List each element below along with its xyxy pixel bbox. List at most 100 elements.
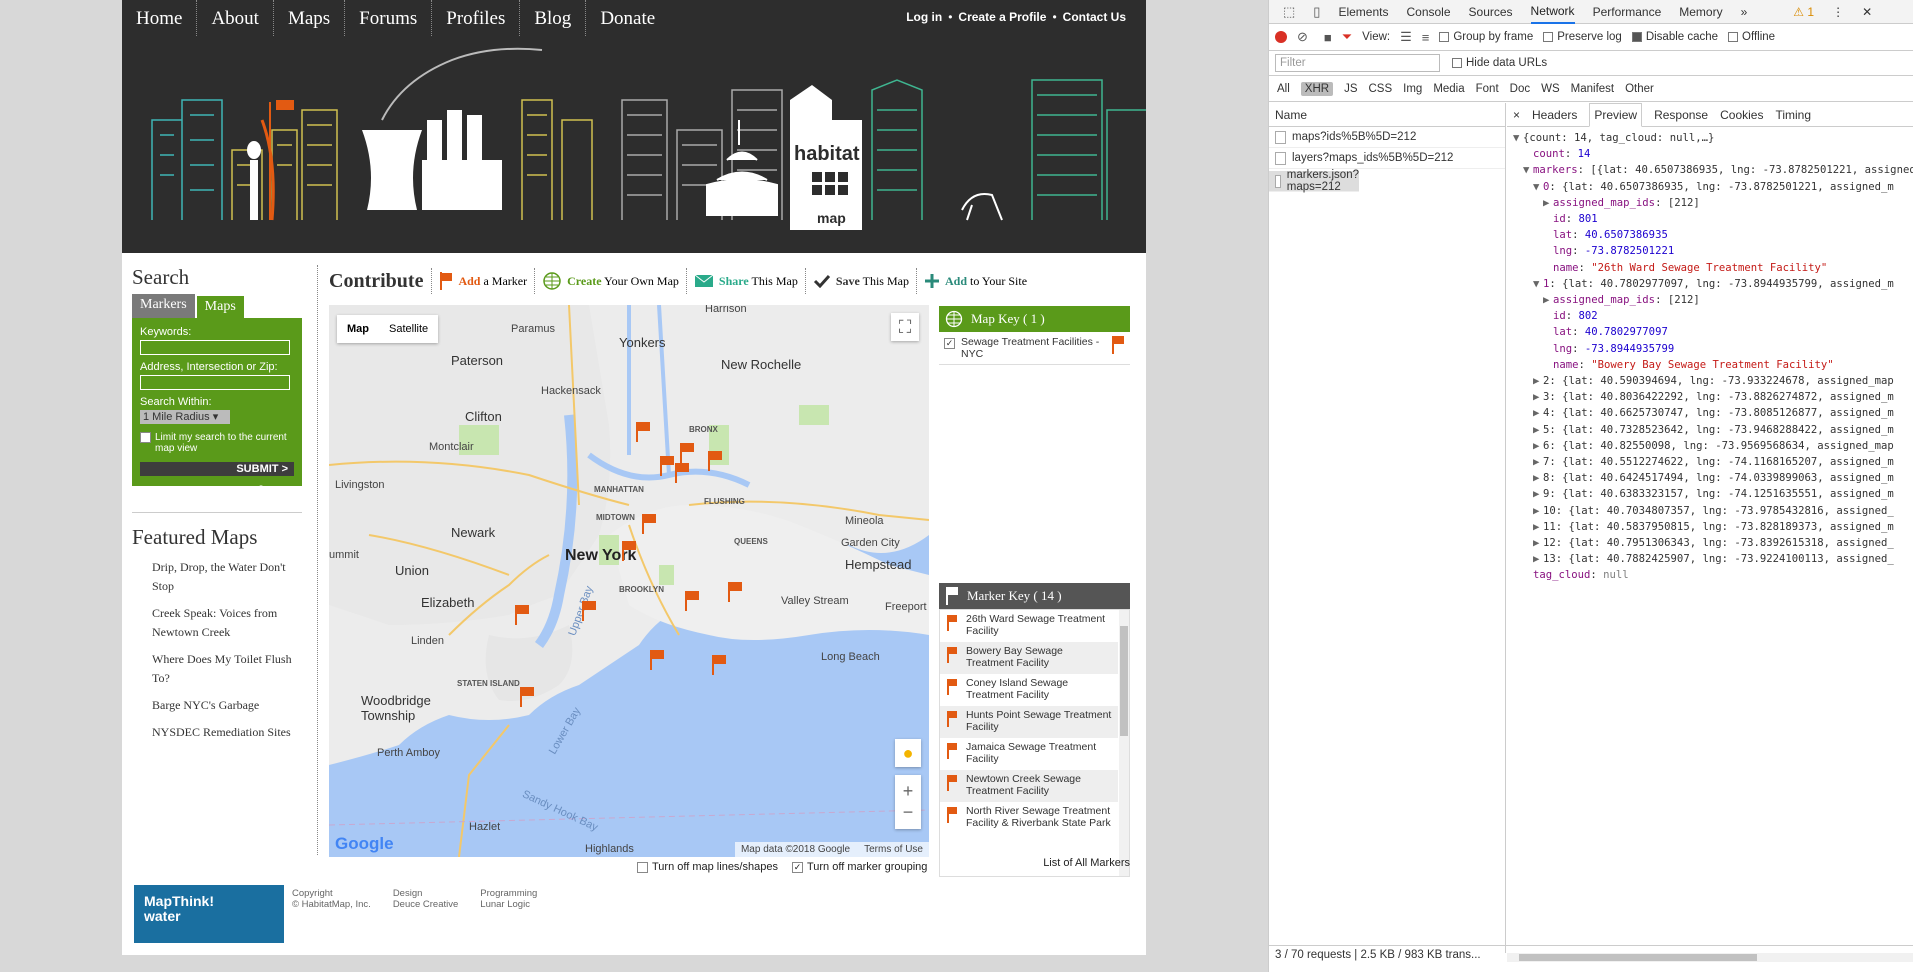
tab-cookies[interactable]: Cookies	[1720, 108, 1763, 122]
marker-item[interactable]: North River Sewage Treatment Facility & …	[940, 802, 1118, 846]
filter-funnel-icon[interactable]: ⏷	[1342, 29, 1352, 45]
marker-list[interactable]: 26th Ward Sewage Treatment Facility Bowe…	[939, 609, 1130, 877]
map-marker-flag[interactable]	[635, 422, 651, 442]
json-line[interactable]: ▶ 2: {lat: 40.590394694, lng: -73.9332246…	[1513, 373, 1913, 389]
inspect-element-icon[interactable]: ⬚	[1283, 4, 1295, 20]
group-by-frame-option[interactable]: Group by frame	[1439, 31, 1533, 43]
create-profile-link[interactable]: Create a Profile	[958, 10, 1046, 24]
marker-item[interactable]: Jamaica Sewage Treatment Facility	[940, 738, 1118, 770]
map-key-item[interactable]: ✓ Sewage Treatment Facilities - NYC	[939, 332, 1130, 365]
add-to-site-button[interactable]: Add to Your Site	[915, 268, 1034, 294]
json-line[interactable]: ▶ 5: {lat: 40.7328523642, lng: -73.946828…	[1513, 422, 1913, 438]
tab-console[interactable]: Console	[1406, 1, 1450, 23]
checkbox-checked[interactable]	[1631, 31, 1642, 42]
type-filter-xhr[interactable]: XHR	[1300, 81, 1334, 96]
type-filter-font[interactable]: Font	[1476, 83, 1499, 95]
design-credit-link[interactable]: Deuce Creative	[393, 899, 458, 910]
tab-sources[interactable]: Sources	[1469, 1, 1513, 23]
map-marker-flag[interactable]	[711, 655, 727, 675]
warnings-badge[interactable]: ⚠ 1	[1793, 1, 1814, 23]
login-link[interactable]: Log in	[906, 10, 942, 24]
nav-about[interactable]: About	[197, 0, 274, 36]
map-type-satellite-button[interactable]: Satellite	[379, 315, 438, 343]
tab-network[interactable]: Network	[1530, 0, 1575, 24]
marker-item[interactable]: Bowery Bay Sewage Treatment Facility	[940, 642, 1118, 674]
featured-link[interactable]: Barge NYC's Garbage	[152, 696, 297, 715]
tab-performance[interactable]: Performance	[1593, 1, 1662, 23]
close-detail-icon[interactable]: ×	[1513, 108, 1520, 122]
map-marker-flag[interactable]	[707, 451, 723, 471]
tab-markers[interactable]: Markers	[132, 294, 195, 318]
map-canvas[interactable]: Paramus Harrison Yonkers Paterson New Ro…	[329, 305, 929, 857]
type-filter-all[interactable]: All	[1277, 83, 1290, 95]
map-marker-flag[interactable]	[581, 601, 597, 621]
create-map-button[interactable]: Create Your Own Map	[534, 268, 686, 294]
checkbox[interactable]	[1439, 31, 1450, 42]
json-line[interactable]: ▶ assigned_map_ids: [212]	[1513, 195, 1913, 211]
tab-maps[interactable]: Maps	[194, 294, 246, 318]
zoom-out-button[interactable]: −	[903, 802, 914, 823]
json-line[interactable]: ▶ 4: {lat: 40.6625730747, lng: -73.808512…	[1513, 405, 1913, 421]
map-lines-checkbox[interactable]	[637, 861, 648, 873]
close-icon[interactable]: ✕	[1862, 1, 1872, 23]
marker-item[interactable]: 26th Ward Sewage Treatment Facility	[940, 610, 1118, 642]
map-marker-flag[interactable]	[621, 541, 637, 561]
map-marker-flag[interactable]	[674, 463, 690, 483]
marker-item[interactable]: Newtown Creek Sewage Treatment Facility	[940, 770, 1118, 802]
offline-option[interactable]: Offline	[1728, 31, 1775, 43]
map-key-checkbox[interactable]: ✓	[944, 338, 955, 349]
json-line[interactable]: ▶ 12: {lat: 40.7951306343, lng: -73.83926…	[1513, 535, 1913, 551]
json-line[interactable]: ▼ markers: [{lat: 40.6507386935, lng: -73…	[1513, 162, 1913, 178]
preserve-log-option[interactable]: Preserve log	[1543, 31, 1622, 43]
limit-view-checkbox[interactable]	[140, 432, 151, 443]
street-view-pegman[interactable]: ●	[895, 739, 921, 767]
keywords-input[interactable]	[140, 340, 290, 355]
map-marker-flag[interactable]	[514, 605, 530, 625]
type-filter-js[interactable]: JS	[1344, 83, 1357, 95]
tab-elements[interactable]: Elements	[1338, 1, 1388, 23]
marker-list-scrollbar[interactable]	[1119, 610, 1129, 876]
json-line[interactable]: ▶ 3: {lat: 40.8036422292, lng: -73.882627…	[1513, 389, 1913, 405]
list-view-icon[interactable]: ☰	[1400, 29, 1412, 45]
marker-item[interactable]: Hunts Point Sewage Treatment Facility	[940, 706, 1118, 738]
type-filter-ws[interactable]: WS	[1541, 83, 1560, 95]
kebab-menu-icon[interactable]: ⋮	[1832, 1, 1844, 23]
request-row-selected[interactable]: markers.json?maps=212	[1269, 169, 1359, 193]
featured-link[interactable]: Creek Speak: Voices from Newtown Creek	[152, 604, 297, 642]
request-row[interactable]: maps?ids%5B%5D=212	[1269, 127, 1505, 148]
device-toolbar-icon[interactable]: ▯	[1313, 4, 1320, 20]
marker-grouping-option[interactable]: ✓ Turn off marker grouping	[791, 861, 927, 873]
json-line[interactable]: ▶ 10: {lat: 40.7034807357, lng: -73.97854…	[1513, 503, 1913, 519]
map-lines-option[interactable]: Turn off map lines/shapes	[637, 861, 778, 873]
map-marker-flag[interactable]	[519, 687, 535, 707]
nav-donate[interactable]: Donate	[586, 0, 669, 36]
json-line[interactable]: ▶ 8: {lat: 40.6424517494, lng: -74.033989…	[1513, 470, 1913, 486]
json-line[interactable]: ▶ assigned_map_ids: [212]	[1513, 292, 1913, 308]
address-input[interactable]	[140, 375, 290, 390]
contact-link[interactable]: Contact Us	[1063, 10, 1126, 24]
checkbox[interactable]	[1452, 57, 1462, 68]
waterfall-view-icon[interactable]: ≡	[1422, 30, 1430, 45]
nav-home[interactable]: Home	[122, 0, 198, 36]
json-root[interactable]: ▼ {count: 14, tag_cloud: null,…}	[1513, 130, 1913, 146]
type-filter-css[interactable]: CSS	[1368, 83, 1392, 95]
json-line[interactable]: ▶ 13: {lat: 40.7882425907, lng: -73.92241…	[1513, 551, 1913, 567]
request-row[interactable]: layers?maps_ids%5B%5D=212	[1269, 148, 1505, 169]
radius-select[interactable]: 1 Mile Radius ▾	[140, 410, 230, 424]
name-column-header[interactable]: Name	[1269, 103, 1505, 127]
type-filter-doc[interactable]: Doc	[1510, 83, 1530, 95]
nav-forums[interactable]: Forums	[345, 0, 433, 36]
featured-link[interactable]: Where Does My Toilet Flush To?	[152, 650, 297, 688]
zoom-in-button[interactable]: +	[903, 781, 914, 802]
share-map-button[interactable]: Share This Map	[685, 268, 805, 294]
video-camera-icon[interactable]: ■	[1324, 30, 1332, 45]
type-filter-other[interactable]: Other	[1625, 83, 1654, 95]
list-all-markers-link[interactable]: List of All Markers	[1043, 857, 1130, 869]
json-line[interactable]: ▶ 11: {lat: 40.5837950815, lng: -73.82818…	[1513, 519, 1913, 535]
mapthink-water-logo[interactable]: MapThink! water	[134, 885, 284, 943]
map-marker-flag[interactable]	[727, 582, 743, 602]
type-filter-img[interactable]: Img	[1403, 83, 1422, 95]
json-line[interactable]: ▼ 1: {lat: 40.7802977097, lng: -73.894493…	[1513, 276, 1913, 292]
terms-link[interactable]: Terms of Use	[864, 844, 923, 855]
programming-credit-link[interactable]: Lunar Logic	[480, 899, 537, 910]
